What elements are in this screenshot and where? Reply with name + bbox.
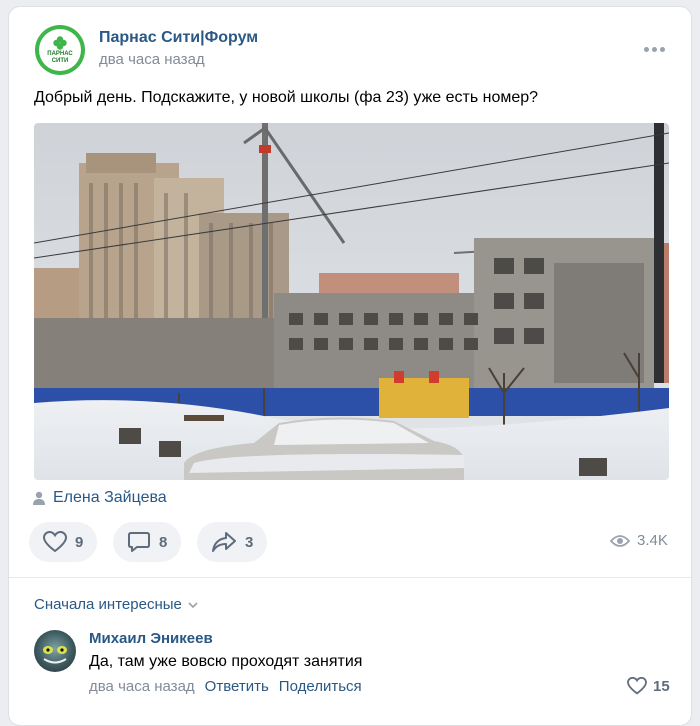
comment-button[interactable]: 8 bbox=[113, 522, 182, 562]
more-dot-icon bbox=[643, 46, 649, 52]
chevron-down-icon bbox=[188, 601, 198, 608]
reply-link[interactable]: Ответить bbox=[205, 678, 269, 695]
views-count: 3.4K bbox=[637, 532, 668, 549]
group-name-link[interactable]: Парнас Сити|Форум bbox=[99, 29, 258, 47]
construction-site-photo bbox=[34, 123, 669, 480]
share-arrow-icon bbox=[212, 532, 236, 552]
post-photo[interactable] bbox=[34, 123, 669, 480]
comments-sort-dropdown[interactable]: Сначала интересные bbox=[34, 596, 199, 613]
divider bbox=[9, 577, 691, 578]
comment-time[interactable]: два часа назад bbox=[89, 678, 195, 695]
share-comment-link[interactable]: Поделиться bbox=[279, 678, 362, 695]
group-logo: ПАРНАС СИТИ bbox=[39, 29, 81, 71]
more-dot-icon bbox=[659, 46, 665, 52]
views-counter: 3.4K bbox=[610, 532, 668, 549]
sort-label: Сначала интересные bbox=[34, 596, 182, 613]
comment-meta: два часа назад Ответить Поделиться bbox=[89, 678, 362, 695]
more-dot-icon bbox=[651, 46, 657, 52]
like-button[interactable]: 9 bbox=[29, 522, 98, 562]
comment-count: 8 bbox=[159, 533, 168, 551]
group-logo-text: ПАРНАС СИТИ bbox=[47, 51, 73, 64]
comment-icon bbox=[128, 532, 150, 552]
post-author[interactable]: Елена Зайцева bbox=[33, 489, 167, 507]
comment-author-link[interactable]: Михаил Эникеев bbox=[89, 630, 213, 647]
cheshire-cat-avatar-icon bbox=[43, 646, 67, 664]
heart-icon bbox=[627, 677, 647, 695]
post-author-name: Елена Зайцева bbox=[53, 489, 167, 506]
post-card: ПАРНАС СИТИ Парнас Сити|Форум два часа н… bbox=[8, 6, 692, 726]
comment-avatar[interactable] bbox=[34, 630, 76, 672]
comment-like-button[interactable]: 15 bbox=[627, 677, 670, 695]
more-options-button[interactable] bbox=[642, 39, 666, 59]
eye-icon bbox=[610, 534, 630, 547]
heart-icon bbox=[43, 531, 67, 553]
user-icon bbox=[33, 491, 45, 505]
comment-like-count: 15 bbox=[653, 677, 670, 695]
comment-text: Да, там уже вовсю проходят занятия bbox=[89, 653, 363, 670]
clover-icon bbox=[53, 36, 67, 50]
share-count: 3 bbox=[245, 533, 254, 551]
group-avatar[interactable]: ПАРНАС СИТИ bbox=[35, 25, 85, 75]
post-time[interactable]: два часа назад bbox=[99, 51, 205, 68]
post-text: Добрый день. Подскажите, у новой школы (… bbox=[34, 89, 539, 106]
like-count: 9 bbox=[75, 533, 84, 551]
share-button[interactable]: 3 bbox=[197, 522, 268, 562]
